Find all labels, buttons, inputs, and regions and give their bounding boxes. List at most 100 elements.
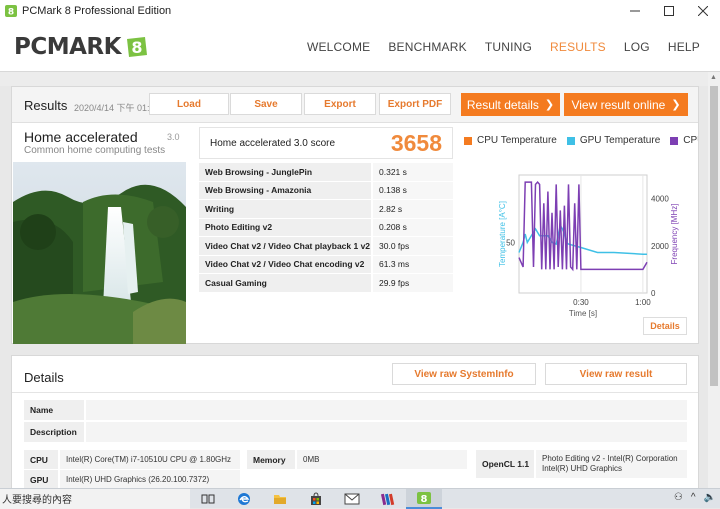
app-header: PCMARK 8 WELCOME BENCHMARK TUNING RESULT… xyxy=(0,22,720,72)
window-title: PCMark 8 Professional Edition xyxy=(22,5,172,17)
details-divider xyxy=(12,392,698,393)
test-subtitle: Common home computing tests xyxy=(24,145,166,156)
monitoring-chart: 50 4000 2000 0 0:30 1:00 Time [s] Temperature [… xyxy=(464,157,698,343)
description-field-row: Description xyxy=(24,422,687,442)
view-raw-result-button[interactable]: View raw result xyxy=(545,363,687,385)
system-tray: ⚇ ^ 🔈 xyxy=(674,492,716,503)
file-explorer-taskbar-button[interactable] xyxy=(262,489,298,509)
chevron-up-icon[interactable]: ^ xyxy=(691,492,696,503)
results-title: Results xyxy=(24,98,68,113)
waterfall-image xyxy=(13,162,186,344)
y-right-tick-label: 4000 xyxy=(651,195,669,204)
windows-taskbar: 人要搜尋的內容 8 ⚇ ^ 🔈 xyxy=(0,488,720,509)
chevron-right-icon: ❯ xyxy=(671,99,681,111)
metric-name: Video Chat v2 / Video Chat playback 1 v2 xyxy=(199,237,371,255)
opencl-value: Photo Editing v2 - Intel(R) Corporation … xyxy=(536,450,687,478)
mail-taskbar-button[interactable] xyxy=(334,489,370,509)
legend-label: CPU Cl xyxy=(683,135,698,146)
folder-icon xyxy=(274,494,286,504)
metrics-table: Web Browsing - JunglePin 0.321 s Web Brow… xyxy=(199,163,453,293)
metric-value: 29.9 fps xyxy=(373,274,453,292)
details-title: Details xyxy=(24,370,64,385)
legend-item[interactable]: GPU Temperature xyxy=(566,135,661,146)
gpu-value: Intel(R) UHD Graphics (26.20.100.7372) xyxy=(60,470,240,489)
memory-label: Memory xyxy=(247,450,295,469)
legend-swatch xyxy=(566,136,575,145)
results-date: 2020/4/14 下午 01:05 xyxy=(74,103,160,113)
name-label: Name xyxy=(24,400,84,420)
cpu-value: Intel(R) Core(TM) i7-10510U CPU @ 1.80GH… xyxy=(60,450,240,469)
metric-value: 61.3 ms xyxy=(373,255,453,273)
export-pdf-button[interactable]: Export PDF xyxy=(379,93,451,115)
winrar-taskbar-button[interactable] xyxy=(370,489,406,509)
metric-row: Video Chat v2 / Video Chat playback 1 v2… xyxy=(199,237,453,256)
mail-icon xyxy=(344,493,360,504)
cpu-label: CPU xyxy=(24,450,58,469)
pcmark-logo: PCMARK 8 xyxy=(14,34,149,60)
store-bag-icon xyxy=(311,491,321,505)
metric-value: 0.138 s xyxy=(373,181,453,199)
score-box: Home accelerated 3.0 score 3658 xyxy=(199,127,453,159)
nav-results[interactable]: RESULTS xyxy=(550,40,606,54)
people-icon[interactable]: ⚇ xyxy=(674,492,683,503)
result-details-button[interactable]: Result details ❯ xyxy=(461,93,560,116)
opencl-row: OpenCL 1.1 Photo Editing v2 - Intel(R) C… xyxy=(476,450,687,478)
description-input[interactable] xyxy=(86,422,687,442)
view-raw-systeminfo-button[interactable]: View raw SystemInfo xyxy=(392,363,536,385)
name-input[interactable] xyxy=(86,400,687,420)
maximize-icon xyxy=(664,6,674,16)
store-taskbar-button[interactable] xyxy=(298,489,334,509)
logo-badge-text: 8 xyxy=(131,38,142,57)
load-button[interactable]: Load xyxy=(149,93,229,115)
volume-icon[interactable]: 🔈 xyxy=(704,492,716,503)
test-version: 3.0 xyxy=(167,132,180,142)
nav-help[interactable]: HELP xyxy=(668,40,700,54)
metric-row: Web Browsing - Amazonia 0.138 s xyxy=(199,181,453,200)
save-button[interactable]: Save xyxy=(230,93,302,115)
legend-swatch xyxy=(464,136,472,145)
minimize-button[interactable] xyxy=(618,0,652,22)
y-left-tick-label: 50 xyxy=(506,238,515,247)
nav-tuning[interactable]: TUNING xyxy=(485,40,532,54)
metric-name: Web Browsing - Amazonia xyxy=(199,181,371,199)
taskbar-search-input[interactable]: 人要搜尋的內容 xyxy=(0,488,190,509)
opencl-label: OpenCL 1.1 xyxy=(476,450,534,478)
scrollbar-thumb[interactable] xyxy=(710,86,718,386)
vertical-scrollbar[interactable]: ▲ xyxy=(708,72,720,488)
nav-benchmark[interactable]: BENCHMARK xyxy=(388,40,466,54)
header-spacer xyxy=(0,72,720,86)
memory-row: Memory 0MB xyxy=(247,450,467,469)
legend-swatch xyxy=(670,136,679,145)
y-right-tick-label: 0 xyxy=(651,289,656,298)
window-titlebar: 8 PCMark 8 Professional Edition xyxy=(0,0,720,22)
legend-item[interactable]: CPU Cl xyxy=(670,135,698,146)
scroll-up-icon[interactable]: ▲ xyxy=(710,74,717,81)
chart-details-button[interactable]: Details xyxy=(643,317,687,335)
task-view-button[interactable] xyxy=(190,489,226,509)
metric-value: 2.82 s xyxy=(373,200,453,218)
description-label: Description xyxy=(24,422,84,442)
pcmark-taskbar-button[interactable]: 8 xyxy=(406,488,442,509)
maximize-button[interactable] xyxy=(652,0,686,22)
score-label: Home accelerated 3.0 score xyxy=(210,138,336,149)
test-title: Home accelerated xyxy=(24,129,138,145)
legend-label: GPU Temperature xyxy=(579,135,661,146)
svg-text:8: 8 xyxy=(421,494,428,505)
export-button[interactable]: Export xyxy=(304,93,376,115)
close-button[interactable] xyxy=(686,0,720,22)
edge-taskbar-button[interactable] xyxy=(226,489,262,509)
metric-value: 30.0 fps xyxy=(373,237,453,255)
metric-value: 0.321 s xyxy=(373,163,453,181)
logo-badge-icon: 8 xyxy=(126,37,147,57)
cpu-row: CPU Intel(R) Core(TM) i7-10510U CPU @ 1.… xyxy=(24,450,240,469)
chart-legend: CPU Temperature GPU Temperature CPU Cl xyxy=(464,135,698,146)
metric-value: 0.208 s xyxy=(373,218,453,236)
legend-item[interactable]: CPU Temperature xyxy=(464,135,557,146)
nav-welcome[interactable]: WELCOME xyxy=(307,40,370,54)
chevron-right-icon: ❯ xyxy=(544,99,555,111)
nav-log[interactable]: LOG xyxy=(624,40,650,54)
view-online-label: View result online xyxy=(571,97,666,112)
results-panel: Results 2020/4/14 下午 01:05 Load Save Exp… xyxy=(11,86,699,344)
view-online-button[interactable]: View result online ❯ xyxy=(564,93,688,116)
metric-row: Casual Gaming 29.9 fps xyxy=(199,274,453,293)
